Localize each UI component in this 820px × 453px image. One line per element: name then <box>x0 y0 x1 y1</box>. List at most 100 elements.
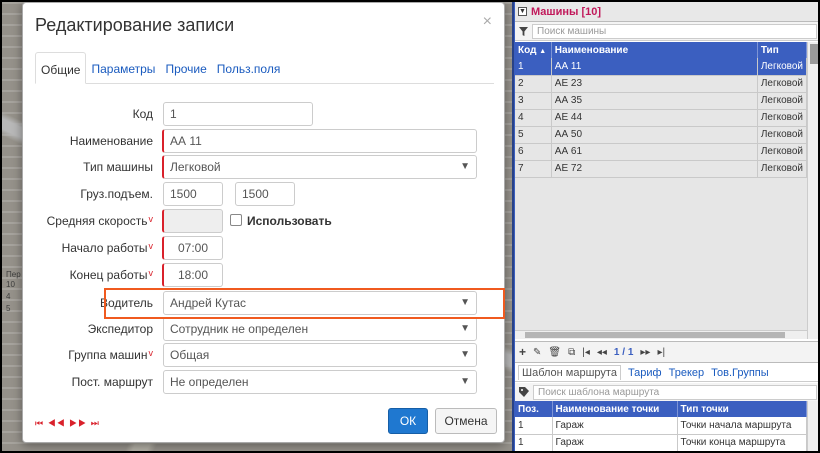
route-table-header: Поз. Наименование точки Тип точки <box>515 401 807 417</box>
route-vertical-scrollbar[interactable] <box>807 401 818 451</box>
column-header-point-name[interactable]: Наименование точки <box>552 401 678 417</box>
machines-horizontal-scrollbar[interactable] <box>515 330 807 339</box>
table-row[interactable]: 1 Гараж Точки конца маршрута <box>515 434 807 451</box>
column-header-pos[interactable]: Поз. <box>515 401 553 417</box>
table-cell-name: АЕ 72 <box>551 160 758 178</box>
capacity-label: Груз.подъем. <box>80 187 153 201</box>
table-cell-pos: 1 <box>515 434 553 451</box>
tab-other[interactable]: Прочие <box>160 52 211 84</box>
form-row-type: Тип машины Легковой ▼ <box>23 155 506 179</box>
machines-filter-row: Поиск машины <box>515 22 818 41</box>
screen-frame: Пер 10 4 5 ▼ Машины [10] Поиск машины Ко… <box>0 0 820 453</box>
table-cell-name: АЕ 23 <box>551 75 758 93</box>
last-page-icon[interactable]: ▸| <box>657 347 665 358</box>
chevron-down-icon: ▼ <box>460 323 470 334</box>
form-row-speed: Средняя скоростьv 60 Использовать <box>23 209 506 233</box>
code-input[interactable]: 1 <box>163 102 313 126</box>
add-icon[interactable]: + <box>519 345 526 359</box>
group-select[interactable]: Общая ▼ <box>163 343 477 367</box>
use-speed-checkbox[interactable] <box>230 214 242 226</box>
form-row-start: Начало работыv 07:00 <box>23 236 506 260</box>
dialog-title: Редактирование записи <box>35 15 235 35</box>
table-row[interactable]: 7 АЕ 72 Легковой <box>515 160 808 178</box>
table-cell-type: Легковой <box>757 126 808 144</box>
type-select-value: Легковой <box>170 160 221 174</box>
use-speed-label[interactable]: Использовать <box>247 214 332 228</box>
record-pager[interactable]: ⏮ ◀◀ ▶▶ ⏭ <box>35 418 100 429</box>
route-select[interactable]: Не определен ▼ <box>163 370 477 394</box>
code-label: Код <box>132 107 153 121</box>
form-row-group: Группа машинv Общая ▼ <box>23 343 506 367</box>
machines-vertical-scrollbar[interactable] <box>807 42 818 339</box>
column-header-code[interactable]: Код ▲ <box>515 42 552 58</box>
close-icon[interactable]: × <box>483 13 492 31</box>
column-header-type[interactable]: Тип <box>757 42 808 58</box>
table-row[interactable]: 1 АА 11 Легковой <box>515 58 808 76</box>
start-time-input[interactable]: 07:00 <box>162 236 223 260</box>
speed-input[interactable]: 60 <box>162 209 223 233</box>
ok-button[interactable]: ОК <box>388 408 428 434</box>
chevron-down-icon: ▼ <box>460 161 470 172</box>
table-row[interactable]: 2 АЕ 23 Легковой <box>515 75 808 93</box>
filter-icon[interactable] <box>519 26 528 36</box>
machines-table: Код ▲ Наименование Тип 1 АА 11 Легковой 2 АЕ… <box>515 42 808 178</box>
chevron-down-icon: ▼ <box>460 376 470 387</box>
tab-user-fields[interactable]: Польз.поля <box>212 52 286 84</box>
tab-parameters[interactable]: Параметры <box>86 52 160 84</box>
table-row[interactable]: 1 Гараж Точки начала маршрута <box>515 417 807 435</box>
delete-icon[interactable]: 🗑 <box>548 347 561 358</box>
table-cell-code: 6 <box>515 143 552 161</box>
type-select[interactable]: Легковой ▼ <box>162 155 477 179</box>
table-cell-name: Гараж <box>552 434 678 451</box>
route-select-value: Не определен <box>170 375 249 389</box>
chevron-down-icon: ▼ <box>460 349 470 360</box>
machines-search-input[interactable]: Поиск машины <box>532 23 817 39</box>
form-row-name: Наименование АА 11 <box>23 129 506 153</box>
machines-toolbar: + ✎ 🗑 ⧉ |◂ ◂◂ 1 / 1 ▸▸ ▸| <box>515 341 818 363</box>
expeditor-select-value: Сотрудник не определен <box>170 322 309 336</box>
route-label: Пост. маршрут <box>71 375 153 389</box>
table-cell-type: Точки начала маршрута <box>677 417 807 435</box>
form-row-expeditor: Экспедитор Сотрудник не определен ▼ <box>23 317 506 341</box>
tab-tracker[interactable]: Трекер <box>669 367 705 379</box>
table-row[interactable]: 6 АА 61 Легковой <box>515 143 808 161</box>
table-cell-type: Легковой <box>757 160 808 178</box>
copy-icon[interactable]: ⧉ <box>568 347 575 358</box>
table-row[interactable]: 5 АА 50 Легковой <box>515 126 808 144</box>
tab-general[interactable]: Общие <box>35 52 87 84</box>
tab-goods-groups[interactable]: Тов.Группы <box>711 367 769 379</box>
form-row-capacity: Груз.подъем. 1500 1500 <box>23 182 506 206</box>
table-row[interactable]: 3 АА 35 Легковой <box>515 92 808 110</box>
name-input[interactable]: АА 11 <box>162 129 477 153</box>
prev-page-icon[interactable]: ◂◂ <box>597 347 607 358</box>
table-cell-type: Легковой <box>757 75 808 93</box>
next-page-icon[interactable]: ▸▸ <box>640 347 650 358</box>
end-time-input[interactable]: 18:00 <box>162 263 223 287</box>
table-cell-name: АА 11 <box>551 58 758 76</box>
pagination-label: 1 / 1 <box>613 346 634 358</box>
tab-tariff[interactable]: Тариф <box>628 367 662 379</box>
table-row[interactable]: 4 АЕ 44 Легковой <box>515 109 808 127</box>
route-search-input[interactable]: Поиск шаблона маршрута <box>533 384 817 400</box>
table-cell-type: Точки конца маршрута <box>677 434 807 451</box>
group-label: Группа машинv <box>68 348 153 362</box>
edit-icon[interactable]: ✎ <box>533 347 541 358</box>
bottom-tabs: Шаблон маршрута Тариф Трекер Тов.Группы <box>515 364 818 382</box>
collapse-panel-icon[interactable]: ▼ <box>518 7 527 16</box>
capacity-input-2[interactable]: 1500 <box>235 182 295 206</box>
expeditor-select[interactable]: Сотрудник не определен ▼ <box>163 317 477 341</box>
cancel-button[interactable]: Отмена <box>435 408 497 434</box>
capacity-input-1[interactable]: 1500 <box>163 182 223 206</box>
table-cell-code: 4 <box>515 109 552 127</box>
dialog-tabs: Общие Параметры Прочие Польз.поля <box>35 52 494 84</box>
tag-icon <box>519 387 529 397</box>
driver-row-highlight <box>104 288 505 319</box>
table-cell-code: 5 <box>515 126 552 144</box>
route-table: Поз. Наименование точки Тип точки 1 Гараж… <box>515 401 807 451</box>
machines-panel: ▼ Машины [10] Поиск машины Код ▲ Наимено… <box>515 2 818 451</box>
first-page-icon[interactable]: |◂ <box>582 347 590 358</box>
tab-route-template[interactable]: Шаблон маршрута <box>518 365 621 380</box>
column-header-name[interactable]: Наименование <box>551 42 758 58</box>
column-header-point-type[interactable]: Тип точки <box>677 401 807 417</box>
table-cell-name: АА 35 <box>551 92 758 110</box>
